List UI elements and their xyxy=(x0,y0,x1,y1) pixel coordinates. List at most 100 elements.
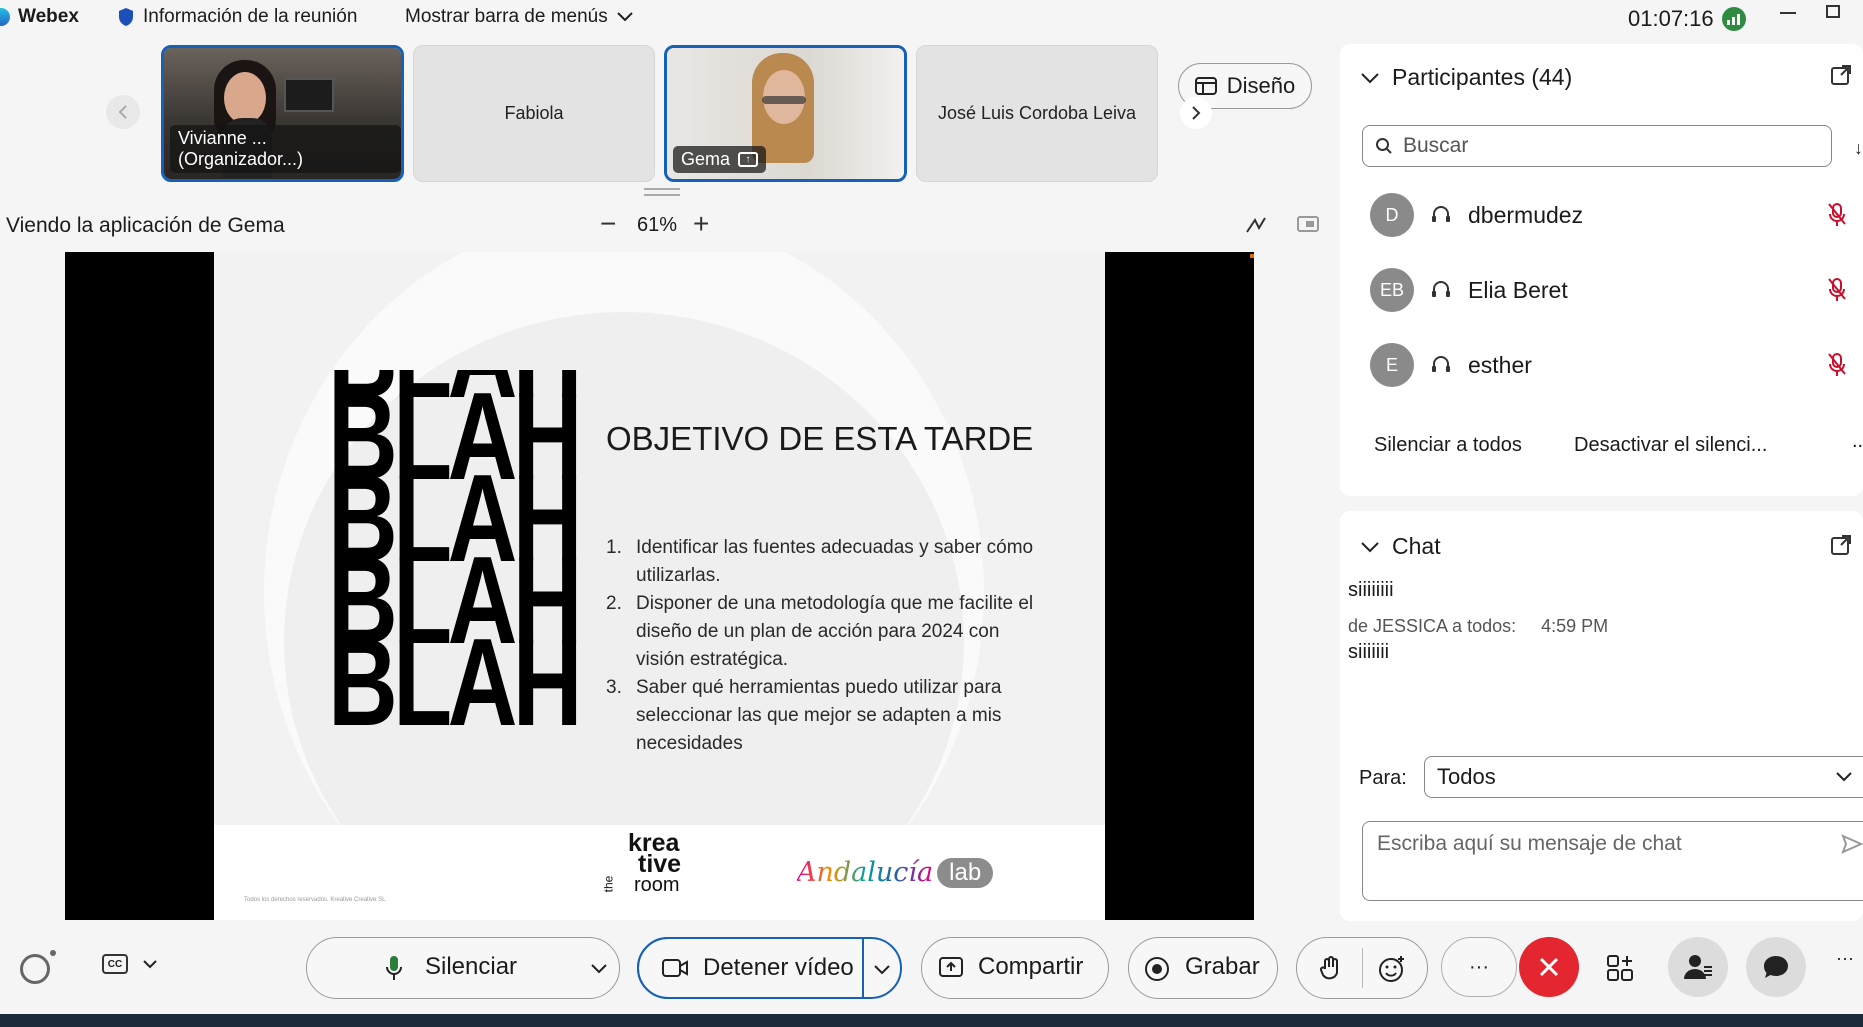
logo-krea-tive: krea tive room xyxy=(628,831,681,896)
participants-header[interactable]: Participantes (44) xyxy=(1360,64,1572,91)
mute-all-button[interactable]: Silenciar a todos xyxy=(1374,434,1522,457)
share-button[interactable]: Compartir xyxy=(921,937,1109,999)
objective-line: utilizarlas. xyxy=(636,565,721,586)
participants-title: Participantes (44) xyxy=(1392,64,1573,90)
overflow-icon[interactable]: ··· xyxy=(1836,948,1854,969)
more-options-button[interactable]: ··· xyxy=(1441,937,1517,997)
zoom-out-button[interactable]: − xyxy=(600,208,616,240)
participants-icon xyxy=(1684,955,1712,979)
chat-input-placeholder: Escriba aquí su mensaje de chat xyxy=(1377,832,1682,855)
chat-toggle-button[interactable] xyxy=(1746,937,1806,997)
chevron-down-icon xyxy=(617,12,633,22)
emoji-reaction-icon[interactable] xyxy=(1377,954,1407,984)
person-face xyxy=(224,72,266,124)
chat-recipient-value: Todos xyxy=(1437,764,1496,789)
layout-button-label: Diseño xyxy=(1226,73,1296,98)
participant-name-badge: Gema ↑ xyxy=(673,146,767,173)
strip-next-button[interactable] xyxy=(1180,97,1212,129)
muted-mic-icon[interactable] xyxy=(1827,202,1847,228)
objective-line: Saber qué herramientas puedo utilizar pa… xyxy=(636,677,1002,698)
unmute-all-button[interactable]: Desactivar el silenci... xyxy=(1574,434,1767,457)
objective-line: visión estratégica. xyxy=(636,649,789,670)
objective-line: seleccionar las que mejor se adapten a m… xyxy=(636,705,1002,726)
meeting-info-label: Información de la reunión xyxy=(143,6,358,27)
popout-icon[interactable] xyxy=(1830,64,1852,86)
chat-to-label: Para: xyxy=(1359,767,1407,789)
video-tile-gema[interactable]: Gema ↑ xyxy=(664,45,907,182)
objective-line: diseño de un plan de acción para 2024 co… xyxy=(636,621,1000,642)
chat-message: siiiiiiii xyxy=(1348,579,1848,602)
chat-header[interactable]: Chat xyxy=(1360,533,1441,560)
strip-prev-button[interactable] xyxy=(106,95,140,129)
remote-control-icon[interactable] xyxy=(1296,214,1320,236)
slide-footer-note: Todos los derechos reservados. Kreative … xyxy=(244,897,386,903)
chat-title: Chat xyxy=(1392,533,1441,559)
participants-panel: Participantes (44) Buscar ↓ D dbermudez … xyxy=(1340,44,1863,496)
restore-icon[interactable] xyxy=(1826,5,1840,18)
close-icon xyxy=(1539,957,1559,977)
person-glasses xyxy=(762,96,806,104)
record-button[interactable]: Grabar xyxy=(1128,937,1278,999)
leave-meeting-button[interactable] xyxy=(1519,937,1579,997)
annotate-icon[interactable] xyxy=(1245,214,1269,236)
logo-andalucia: Andalucía xyxy=(797,857,934,888)
chevron-down-icon xyxy=(143,960,157,969)
stop-video-button[interactable]: Detener vídeo xyxy=(637,937,902,999)
video-tile-fabiola[interactable]: Fabiola xyxy=(413,45,655,182)
participant-row[interactable]: D dbermudez xyxy=(1340,178,1863,253)
headset-icon xyxy=(1432,281,1450,297)
chevron-right-icon xyxy=(1192,106,1201,120)
chevron-down-icon[interactable] xyxy=(590,963,608,975)
menu-bar-label: Mostrar barra de menús xyxy=(405,6,608,27)
closed-captions-icon: CC xyxy=(102,954,128,974)
video-camera-icon xyxy=(662,959,688,977)
status-indicator-icon[interactable] xyxy=(20,954,50,984)
app-brand: Webex xyxy=(0,6,79,28)
zoom-in-button[interactable]: + xyxy=(693,208,709,240)
search-icon xyxy=(1376,138,1392,154)
sort-icon[interactable]: ↓ xyxy=(1854,138,1863,159)
video-tile-jose-luis[interactable]: José Luis Cordoba Leiva xyxy=(916,45,1158,182)
stop-video-label: Detener vídeo xyxy=(703,954,854,981)
headset-icon xyxy=(1432,206,1450,222)
video-tile-vivianne[interactable]: Vivianne ... (Organizador...) xyxy=(161,45,404,182)
raise-hand-icon[interactable] xyxy=(1319,955,1343,983)
apps-icon[interactable] xyxy=(1606,954,1634,982)
muted-mic-icon[interactable] xyxy=(1827,277,1847,303)
zoom-level: 61% xyxy=(637,214,678,236)
chat-recipient-select[interactable]: Todos xyxy=(1424,756,1863,798)
participant-search[interactable]: Buscar xyxy=(1362,125,1832,167)
chat-message-meta: de JESSICA a todos: 4:59 PM xyxy=(1348,616,1848,637)
meeting-clock: 01:07:16 xyxy=(1628,6,1746,32)
captions-button[interactable]: CC xyxy=(102,954,158,974)
participant-name: José Luis Cordoba Leiva xyxy=(937,103,1137,123)
menu-bar-toggle[interactable]: Mostrar barra de menús xyxy=(405,6,634,28)
muted-mic-icon[interactable] xyxy=(1827,352,1847,378)
objective-number: 2. xyxy=(606,593,622,614)
mute-button[interactable]: Silenciar xyxy=(306,937,620,999)
participants-toggle-button[interactable] xyxy=(1668,937,1728,997)
chat-message-text: siiiiiii xyxy=(1348,641,1390,663)
chevron-down-icon[interactable] xyxy=(873,964,891,976)
divider xyxy=(1362,948,1363,988)
chat-message: de JESSICA a todos: 4:59 PM siiiiiii xyxy=(1348,616,1848,664)
participant-row[interactable]: EB Elia Beret xyxy=(1340,253,1863,328)
popout-icon[interactable] xyxy=(1830,534,1852,556)
blah-lines: BLAH BLAH BLAH BLAH xyxy=(328,375,578,745)
participant-row[interactable]: E esther xyxy=(1340,328,1863,403)
objective-item: 2. Disponer de una metodología que me fa… xyxy=(606,590,1056,674)
avatar: EB xyxy=(1370,268,1414,312)
mute-button-label: Silenciar xyxy=(425,953,518,980)
minimize-icon[interactable] xyxy=(1780,12,1796,14)
chat-input[interactable]: Escriba aquí su mensaje de chat xyxy=(1362,821,1863,901)
title-bar: Webex Información de la reunión Mostrar … xyxy=(0,0,1863,34)
chevron-left-icon xyxy=(118,105,127,119)
meeting-info-button[interactable]: Información de la reunión xyxy=(117,6,357,28)
participant-name: Vivianne ... (Organizador...) xyxy=(178,128,304,169)
record-icon xyxy=(1145,957,1169,981)
send-icon[interactable] xyxy=(1841,834,1863,854)
search-input[interactable]: Buscar xyxy=(1403,134,1468,158)
record-button-label: Grabar xyxy=(1185,953,1260,980)
strip-resize-handle[interactable] xyxy=(644,188,680,196)
participants-more-button[interactable]: ... xyxy=(1852,430,1863,453)
